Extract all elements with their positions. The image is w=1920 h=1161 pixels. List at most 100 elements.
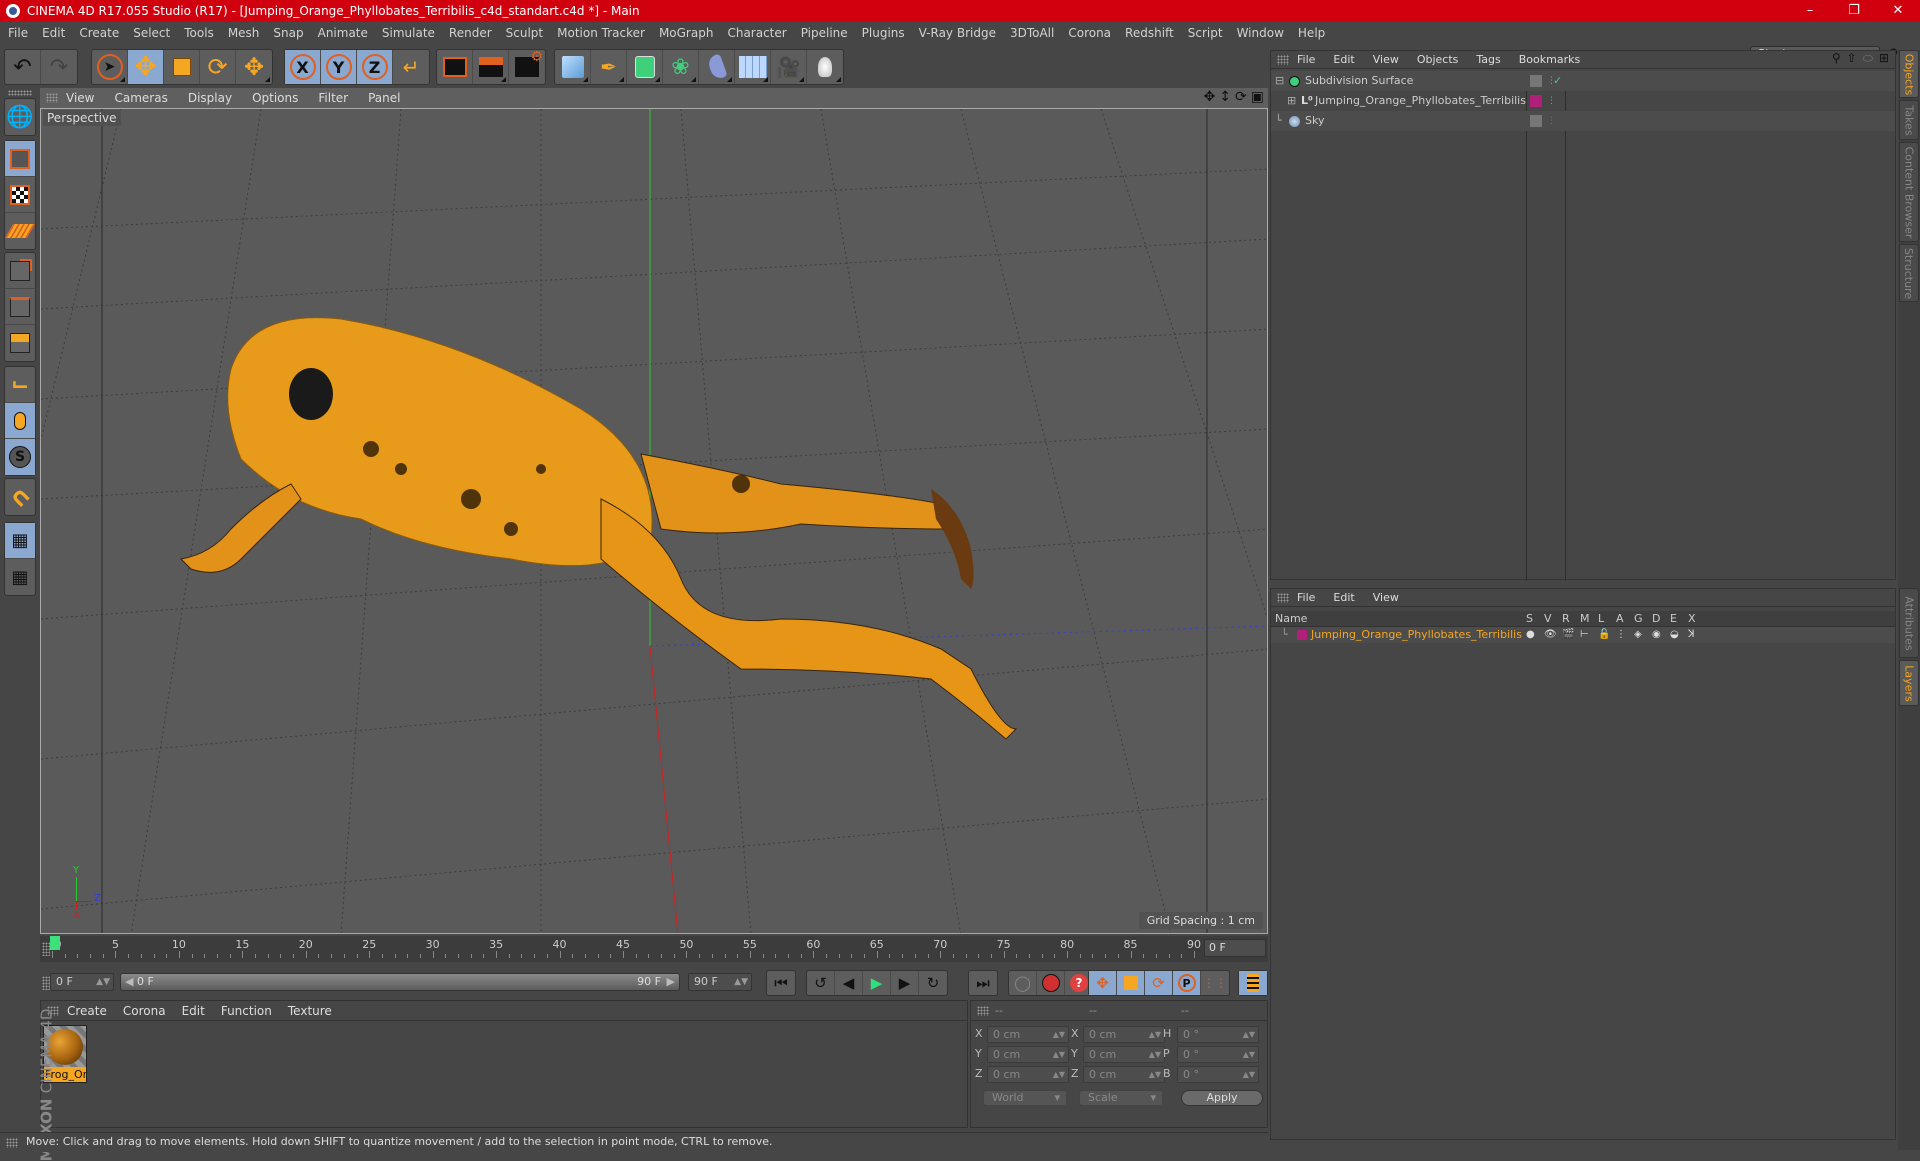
- objects-menu-objects[interactable]: Objects: [1417, 53, 1459, 66]
- toggle-layout-icon[interactable]: ▣: [1251, 89, 1264, 105]
- menu-corona[interactable]: Corona: [1068, 26, 1111, 40]
- coord-value-field[interactable]: 0 ° ▲▼: [1177, 1066, 1259, 1083]
- coord-value-field[interactable]: 0 ° ▲▼: [1177, 1026, 1259, 1043]
- layer-color-swatch[interactable]: [1297, 630, 1307, 640]
- menu-animate[interactable]: Animate: [318, 26, 368, 40]
- record-active-button[interactable]: [1037, 971, 1065, 995]
- objects-menu-bookmarks[interactable]: Bookmarks: [1519, 53, 1580, 66]
- material-menu-texture[interactable]: Texture: [288, 1004, 332, 1018]
- object-row-frog[interactable]: ⊞ L⁰ Jumping_Orange_Phyllobates_Terribil…: [1271, 91, 1895, 111]
- spinner-icon[interactable]: ▲▼: [1053, 1047, 1065, 1062]
- layers-menu-file[interactable]: File: [1297, 591, 1315, 604]
- layer-flag-s-icon[interactable]: ●: [1526, 627, 1535, 643]
- object-row-sky[interactable]: └ Sky ⋮: [1271, 111, 1895, 131]
- layer-row[interactable]: └ Jumping_Orange_Phyllobates_Terribilis …: [1271, 627, 1895, 643]
- menu-plugins[interactable]: Plugins: [862, 26, 905, 40]
- polygons-mode-button[interactable]: [5, 325, 35, 361]
- lock-workplane-button[interactable]: ▦: [5, 523, 35, 559]
- viewport-menu-cameras[interactable]: Cameras: [114, 91, 167, 105]
- previous-key-button[interactable]: ↺: [807, 971, 835, 995]
- menu-window[interactable]: Window: [1237, 26, 1284, 40]
- layers-menu-view[interactable]: View: [1373, 591, 1399, 604]
- redo-button[interactable]: ↷: [41, 50, 77, 84]
- layer-column-r[interactable]: R: [1562, 611, 1570, 627]
- render-off-dot-icon[interactable]: ⋮: [1547, 111, 1556, 131]
- menu-file[interactable]: File: [8, 26, 28, 40]
- coord-value-field[interactable]: 0 cm ▲▼: [987, 1066, 1069, 1083]
- layer-column-m[interactable]: M: [1580, 611, 1590, 627]
- x-axis-lock-button[interactable]: X: [285, 50, 321, 84]
- start-frame-field[interactable]: 0 F ▲▼: [50, 973, 114, 991]
- viewport-menu-filter[interactable]: Filter: [318, 91, 348, 105]
- layer-column-l[interactable]: L: [1598, 611, 1604, 627]
- recent-tool-button[interactable]: ✥: [236, 50, 272, 84]
- coordinate-system-button[interactable]: ↵: [393, 50, 429, 84]
- tab-structure[interactable]: Structure: [1899, 244, 1919, 302]
- motion-record-button[interactable]: ◯: [1009, 971, 1037, 995]
- menu-pipeline[interactable]: Pipeline: [801, 26, 848, 40]
- menu-character[interactable]: Character: [727, 26, 786, 40]
- layer-flag-g-icon[interactable]: ◈: [1634, 627, 1642, 643]
- add-scene-button[interactable]: [735, 50, 771, 84]
- dolly-view-icon[interactable]: ↕: [1219, 89, 1231, 105]
- undo-button[interactable]: ↶: [5, 50, 41, 84]
- timeline-window-button[interactable]: [1239, 971, 1267, 995]
- viewport-menu-options[interactable]: Options: [252, 91, 298, 105]
- enabled-check-icon[interactable]: ✓: [1553, 71, 1562, 91]
- visibility-dots-icon[interactable]: ⋮: [1547, 91, 1556, 111]
- menu-select[interactable]: Select: [133, 26, 170, 40]
- menu-edit[interactable]: Edit: [42, 26, 65, 40]
- layer-flag-a-icon[interactable]: ⋮: [1616, 627, 1626, 643]
- scale-tool-button[interactable]: [164, 50, 200, 84]
- coord-value-field[interactable]: 0 cm ▲▼: [1083, 1066, 1165, 1083]
- add-deformer-button[interactable]: [699, 50, 735, 84]
- menu-mesh[interactable]: Mesh: [228, 26, 260, 40]
- step-forward-button[interactable]: ▶: [891, 971, 919, 995]
- objects-menu-file[interactable]: File: [1297, 53, 1315, 66]
- timeline-ruler[interactable]: 051015202530354045505560657075808590 0 F: [40, 936, 1268, 962]
- spinner-icon[interactable]: ▲▼: [1149, 1067, 1161, 1082]
- layer-flag-r-icon[interactable]: 🎬: [1562, 627, 1574, 643]
- layer-column-x[interactable]: X: [1688, 611, 1696, 627]
- coord-value-field[interactable]: 0 cm ▲▼: [987, 1046, 1069, 1063]
- points-mode-button[interactable]: [5, 253, 35, 289]
- spinner-icon[interactable]: ▲▼: [1243, 1067, 1255, 1082]
- layers-menu-edit[interactable]: Edit: [1333, 591, 1354, 604]
- menu-mograph[interactable]: MoGraph: [659, 26, 714, 40]
- spinner-icon[interactable]: ▲▼: [1243, 1047, 1255, 1062]
- key-parameter-button[interactable]: P: [1173, 971, 1201, 995]
- next-key-button[interactable]: ↻: [919, 971, 947, 995]
- viewport-menu-view[interactable]: View: [66, 91, 94, 105]
- layer-flag-m-icon[interactable]: ⊢: [1580, 627, 1589, 643]
- coord-value-field[interactable]: 0 cm ▲▼: [987, 1026, 1069, 1043]
- edges-mode-button[interactable]: [5, 289, 35, 325]
- layer-column-d[interactable]: D: [1652, 611, 1660, 627]
- texture-mode-button[interactable]: [5, 177, 35, 213]
- layer-flag-x-icon[interactable]: ꓘ: [1688, 627, 1695, 643]
- add-mograph-button[interactable]: ❀: [663, 50, 699, 84]
- frame-range-slider[interactable]: ◀ 0 F 90 F ▶: [120, 973, 680, 991]
- menu-vray-bridge[interactable]: V-Ray Bridge: [919, 26, 996, 40]
- tab-takes[interactable]: Takes: [1899, 100, 1919, 140]
- coordinate-mode-dropdown[interactable]: World: [983, 1090, 1067, 1106]
- menu-render[interactable]: Render: [449, 26, 492, 40]
- live-selection-button[interactable]: ➤: [92, 50, 128, 84]
- move-tool-button[interactable]: ✥: [128, 50, 164, 84]
- object-name[interactable]: Subdivision Surface: [1305, 71, 1413, 91]
- key-scale-button[interactable]: [1117, 971, 1145, 995]
- layer-flag-d-icon[interactable]: ◉: [1652, 627, 1661, 643]
- new-window-icon[interactable]: ⊞: [1879, 51, 1889, 66]
- layer-name[interactable]: Jumping_Orange_Phyllobates_Terribilis: [1311, 627, 1522, 643]
- restore-button[interactable]: ❐: [1832, 0, 1876, 22]
- play-button[interactable]: ▶: [863, 971, 891, 995]
- coord-value-field[interactable]: 0 cm ▲▼: [1083, 1026, 1165, 1043]
- link-icon[interactable]: ⬭: [1863, 51, 1873, 66]
- add-subdivision-button[interactable]: [627, 50, 663, 84]
- menu-simulate[interactable]: Simulate: [382, 26, 435, 40]
- close-button[interactable]: ✕: [1876, 0, 1920, 22]
- render-settings-button[interactable]: ⚙: [509, 49, 545, 84]
- collapse-toggle-icon[interactable]: ⊟: [1275, 71, 1284, 91]
- add-spline-button[interactable]: ✒: [591, 50, 627, 84]
- home-icon[interactable]: ⇧: [1847, 51, 1857, 66]
- go-to-end-button[interactable]: ⏭: [969, 971, 997, 995]
